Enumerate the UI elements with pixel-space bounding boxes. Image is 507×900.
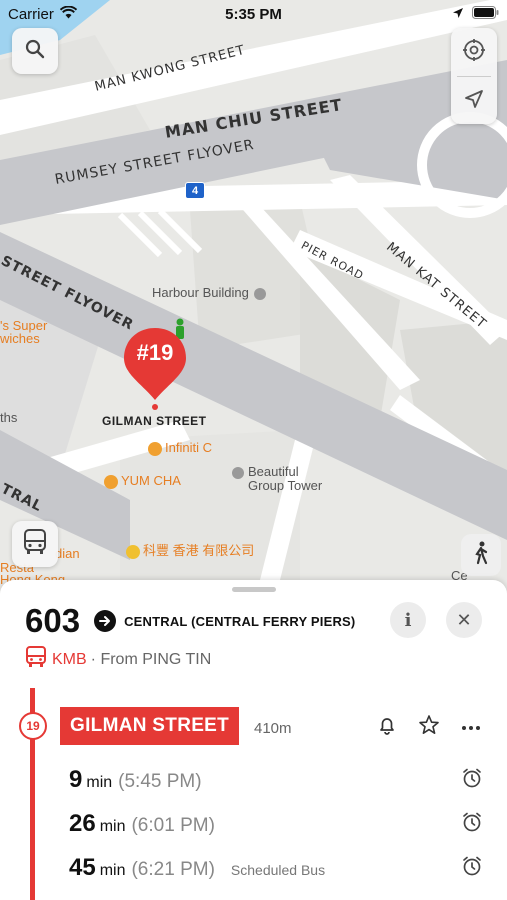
stop-sequence-badge: 19 (19, 712, 47, 740)
eta-minutes: 26 (69, 810, 96, 837)
eta-alarm-button[interactable] (460, 856, 484, 880)
close-button[interactable]: ✕ (446, 602, 482, 638)
locate-me-button[interactable] (451, 77, 497, 125)
walking-button[interactable] (461, 534, 501, 576)
alarm-clock-icon (461, 855, 483, 882)
search-icon (25, 39, 45, 64)
settings-icon (462, 38, 486, 67)
walking-icon (472, 541, 490, 570)
eta-clock-time: (5:45 PM) (118, 771, 202, 792)
bell-icon (377, 715, 397, 740)
alarm-clock-icon (461, 767, 483, 794)
bus-stops-button[interactable] (12, 521, 58, 567)
operator-row: KMB · From PING TIN (26, 646, 211, 673)
eta-unit: min (99, 862, 126, 879)
star-icon (418, 714, 440, 741)
location-services-icon (452, 6, 464, 23)
poi-ths: ths (0, 410, 18, 425)
poi-kefeng[interactable]: 科豐 香港 有限公司 (126, 540, 254, 559)
wifi-icon (59, 5, 78, 23)
search-button[interactable] (12, 28, 58, 74)
eta-row: 26 min (6:01 PM) (69, 810, 215, 838)
location-arrow-icon (464, 89, 484, 114)
more-icon (461, 718, 481, 736)
eta-row: 45 min (6:21 PM) Scheduled Bus (69, 854, 325, 882)
more-button[interactable] (458, 714, 484, 740)
eta-clock-time: (6:21 PM) (131, 859, 215, 880)
status-bar: Carrier 5:35 PM (0, 0, 507, 28)
favorite-button[interactable] (416, 714, 442, 740)
close-icon: ✕ (456, 609, 472, 630)
direction-arrow-icon (94, 610, 117, 632)
route-shield: 4 (185, 182, 205, 199)
poi-harbour-building[interactable]: Harbour Building (152, 285, 267, 300)
building-icon (232, 466, 244, 479)
shop-icon (126, 544, 140, 559)
cafe-icon (148, 441, 162, 456)
poi-infiniti[interactable]: Infiniti C (148, 440, 212, 456)
eta-clock-time: (6:01 PM) (131, 815, 215, 836)
stop-name-badge[interactable]: GILMAN STREET (60, 707, 240, 745)
carrier-label: Carrier (8, 5, 54, 23)
eta-alarm-button[interactable] (460, 768, 484, 792)
route-origin: · From PING TIN (90, 650, 212, 668)
info-button[interactable]: i (390, 602, 426, 638)
poi-yum-cha[interactable]: YUM CHA (104, 473, 181, 489)
stop-distance: 410m (254, 720, 292, 737)
map-stop-label: GILMAN STREET (102, 414, 207, 428)
info-icon: i (404, 609, 412, 631)
settings-button[interactable] (451, 28, 497, 76)
eta-note: Scheduled Bus (230, 862, 326, 878)
stop-pin[interactable]: #19 (122, 326, 188, 410)
pin-label: #19 (136, 340, 174, 365)
restaurant-icon (104, 474, 118, 489)
eta-alarm-button[interactable] (460, 812, 484, 836)
eta-minutes: 9 (69, 766, 83, 793)
map-controls (451, 28, 497, 124)
operator-name: KMB (52, 650, 87, 668)
poi-super-line2: wiches (0, 331, 40, 346)
eta-row: 9 min (5:45 PM) (69, 766, 202, 794)
poi-dian: dian (55, 546, 80, 561)
alarm-clock-icon (461, 811, 483, 838)
poi-beautiful-group[interactable]: Beautiful Group Tower (232, 465, 322, 493)
route-destination: CENTRAL (CENTRAL FERRY PIERS) (124, 613, 356, 629)
eta-unit: min (99, 818, 126, 835)
battery-icon (472, 5, 499, 23)
route-header: 603 CENTRAL (CENTRAL FERRY PIERS) (25, 602, 355, 640)
bus-icon (23, 528, 47, 560)
sheet-grabber[interactable] (232, 587, 276, 592)
route-sheet[interactable]: 603 CENTRAL (CENTRAL FERRY PIERS) i ✕ KM… (0, 580, 507, 900)
map-view[interactable]: MAN KWONG STREET MAN CHIU STREET RUMSEY … (0, 0, 507, 600)
route-number: 603 (25, 602, 81, 639)
eta-minutes: 45 (69, 854, 96, 881)
landmark-icon (254, 287, 267, 300)
notify-button[interactable] (374, 714, 400, 740)
operator-bus-icon (26, 646, 46, 673)
eta-unit: min (86, 774, 113, 791)
